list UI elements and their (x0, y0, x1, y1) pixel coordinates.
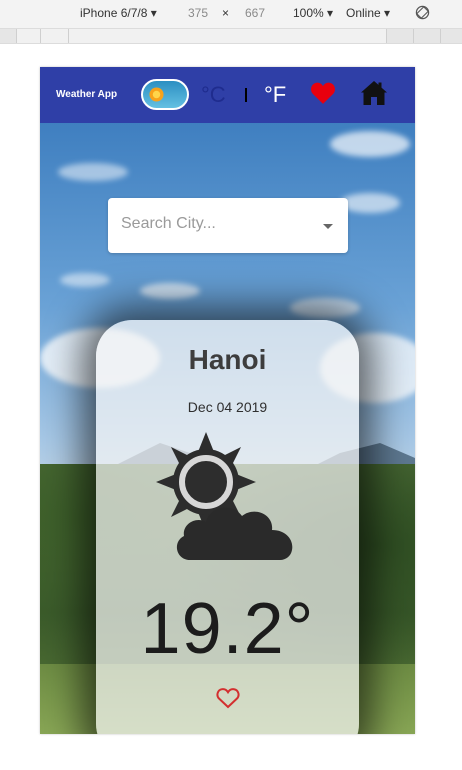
device-select[interactable]: iPhone 6/7/8 ▾ (80, 6, 157, 20)
zoom-select[interactable]: 100% ▾ (293, 6, 333, 20)
app-header: Weather App °C °F (40, 67, 415, 123)
weather-card: Hanoi Dec 04 2019 19.2° (96, 320, 359, 734)
device-viewport: Weather App °C °F Search City... Hanoi D… (40, 67, 415, 734)
fahrenheit-unit-button[interactable]: °F (264, 82, 286, 108)
search-placeholder: Search City... (121, 215, 216, 232)
partly-cloudy-icon (156, 432, 293, 560)
viewport-height-input[interactable]: 667 (245, 6, 265, 20)
app-title: Weather App (56, 89, 118, 100)
sun-icon (149, 87, 164, 102)
unit-divider (245, 88, 247, 102)
city-name: Hanoi (188, 344, 267, 375)
media-query-ruler[interactable] (0, 28, 462, 44)
theme-toggle[interactable] (141, 79, 189, 110)
network-throttle-select[interactable]: Online ▾ (346, 6, 390, 20)
city-search-select[interactable]: Search City... (108, 198, 348, 253)
celsius-unit-button[interactable]: °C (201, 82, 226, 108)
home-icon[interactable] (360, 80, 388, 106)
dimension-separator: × (222, 6, 230, 20)
heart-filled-icon[interactable] (310, 81, 336, 105)
rotate-icon[interactable] (415, 5, 430, 20)
caret-down-icon[interactable] (323, 224, 333, 229)
viewport-width-input[interactable]: 375 (188, 6, 208, 20)
forecast-date: Dec 04 2019 (187, 399, 268, 415)
devtools-toolbar: iPhone 6/7/8 ▾ 375 × 667 100% ▾ Online ▾ (0, 0, 462, 28)
temperature-value: 19.2° (140, 589, 315, 669)
heart-outline-icon[interactable] (216, 687, 240, 709)
